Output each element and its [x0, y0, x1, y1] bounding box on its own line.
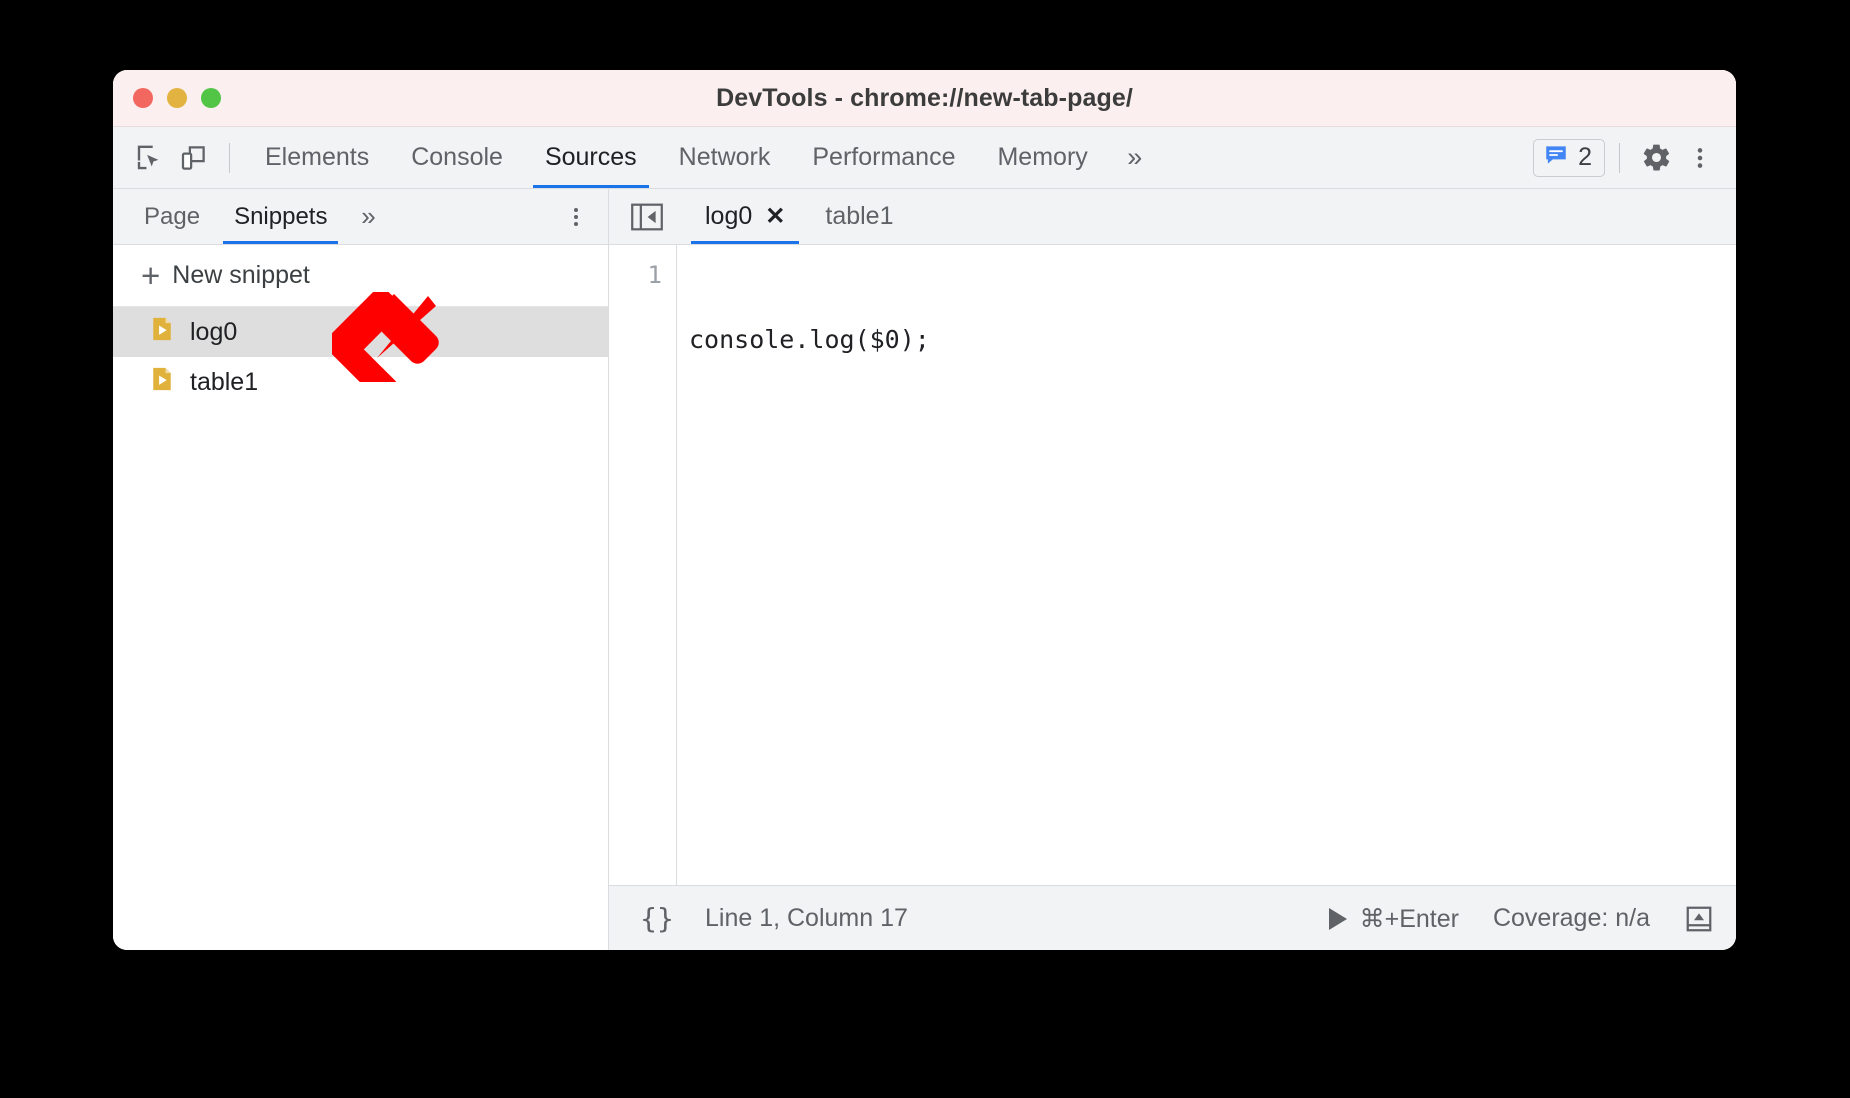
editor-status-bar: {} Line 1, Column 17 ⌘+Enter Coverage: n…: [609, 885, 1736, 950]
kebab-menu-icon[interactable]: [1678, 136, 1722, 180]
sources-navigator: Page Snippets » + New snippet log0 table…: [113, 189, 609, 950]
editor-pane: log0 ✕ table1 1 console.log($0); {} Line…: [609, 189, 1736, 950]
editor-tab-table1[interactable]: table1: [805, 189, 913, 244]
snippet-name: table1: [190, 367, 259, 396]
code-content[interactable]: console.log($0);: [677, 245, 1736, 885]
editor-tab-log0[interactable]: log0 ✕: [685, 189, 805, 244]
navigator-tab-snippets[interactable]: Snippets: [217, 189, 344, 244]
tab-console[interactable]: Console: [390, 127, 524, 188]
snippet-list-item-log0[interactable]: log0: [113, 307, 608, 357]
toolbar-divider: [229, 142, 230, 173]
devtools-window: DevTools - chrome://new-tab-page/ Elemen…: [113, 70, 1736, 950]
panel-tab-strip: Elements Console Sources Network Perform…: [244, 127, 1109, 188]
pretty-print-icon[interactable]: {}: [631, 898, 683, 940]
close-icon[interactable]: ✕: [765, 204, 785, 229]
snippet-file-icon: [148, 365, 176, 400]
toolbar-right-group: 2: [1533, 136, 1722, 180]
code-line: console.log($0);: [689, 324, 930, 354]
cursor-position-label: Line 1, Column 17: [705, 904, 908, 932]
editor-tab-label: table1: [825, 202, 894, 230]
tab-elements[interactable]: Elements: [244, 127, 390, 188]
more-panels-chevron-icon[interactable]: »: [1109, 136, 1161, 180]
snippet-list-item-table1[interactable]: table1: [113, 357, 608, 407]
snippet-file-icon: [148, 315, 176, 350]
snippet-list: log0 table1: [113, 307, 608, 950]
line-number-gutter: 1: [609, 245, 677, 885]
toolbar-divider-right: [1619, 142, 1620, 173]
status-bar-right-group: ⌘+Enter Coverage: n/a: [1313, 897, 1724, 941]
tab-network[interactable]: Network: [658, 127, 792, 188]
run-shortcut-label: ⌘+Enter: [1359, 904, 1459, 933]
new-snippet-label: New snippet: [172, 261, 310, 289]
window-title: DevTools - chrome://new-tab-page/: [716, 83, 1133, 112]
inspect-element-icon[interactable]: [127, 136, 171, 180]
run-snippet-button[interactable]: ⌘+Enter: [1313, 904, 1475, 934]
coverage-label: Coverage: n/a: [1492, 904, 1650, 932]
editor-tab-strip: log0 ✕ table1: [609, 189, 1736, 245]
new-snippet-button[interactable]: + New snippet: [113, 245, 608, 307]
devtools-main-toolbar: Elements Console Sources Network Perform…: [113, 127, 1736, 189]
screenshot-root: DevTools - chrome://new-tab-page/ Elemen…: [0, 0, 1850, 1098]
tab-memory[interactable]: Memory: [976, 127, 1108, 188]
tab-sources[interactable]: Sources: [524, 127, 658, 188]
navigator-tab-strip: Page Snippets »: [113, 189, 608, 245]
tab-performance[interactable]: Performance: [791, 127, 976, 188]
navigator-kebab-menu-icon[interactable]: [556, 196, 596, 238]
play-icon: [1328, 907, 1347, 930]
console-message-count: 2: [1578, 143, 1592, 171]
minimize-window-button[interactable]: [167, 88, 187, 108]
gear-icon[interactable]: [1634, 136, 1678, 180]
sources-panel-body: Page Snippets » + New snippet log0 table…: [113, 189, 1736, 950]
traffic-light-group: [133, 88, 221, 108]
maximize-window-button[interactable]: [201, 88, 221, 108]
console-message-icon: [1543, 142, 1569, 173]
window-titlebar: DevTools - chrome://new-tab-page/: [113, 70, 1736, 127]
navigator-tab-page[interactable]: Page: [127, 189, 217, 244]
collapse-sidebar-icon[interactable]: [627, 200, 667, 234]
plus-icon: +: [141, 257, 161, 294]
device-toolbar-icon[interactable]: [171, 136, 215, 180]
editor-tab-label: log0: [705, 202, 753, 230]
show-drawer-icon[interactable]: [1674, 897, 1724, 941]
snippet-name: log0: [190, 317, 238, 346]
line-number: 1: [647, 261, 662, 289]
code-editor[interactable]: 1 console.log($0);: [609, 245, 1736, 885]
navigator-more-chevron-icon[interactable]: »: [344, 196, 392, 238]
console-messages-badge[interactable]: 2: [1533, 138, 1605, 177]
close-window-button[interactable]: [133, 88, 153, 108]
